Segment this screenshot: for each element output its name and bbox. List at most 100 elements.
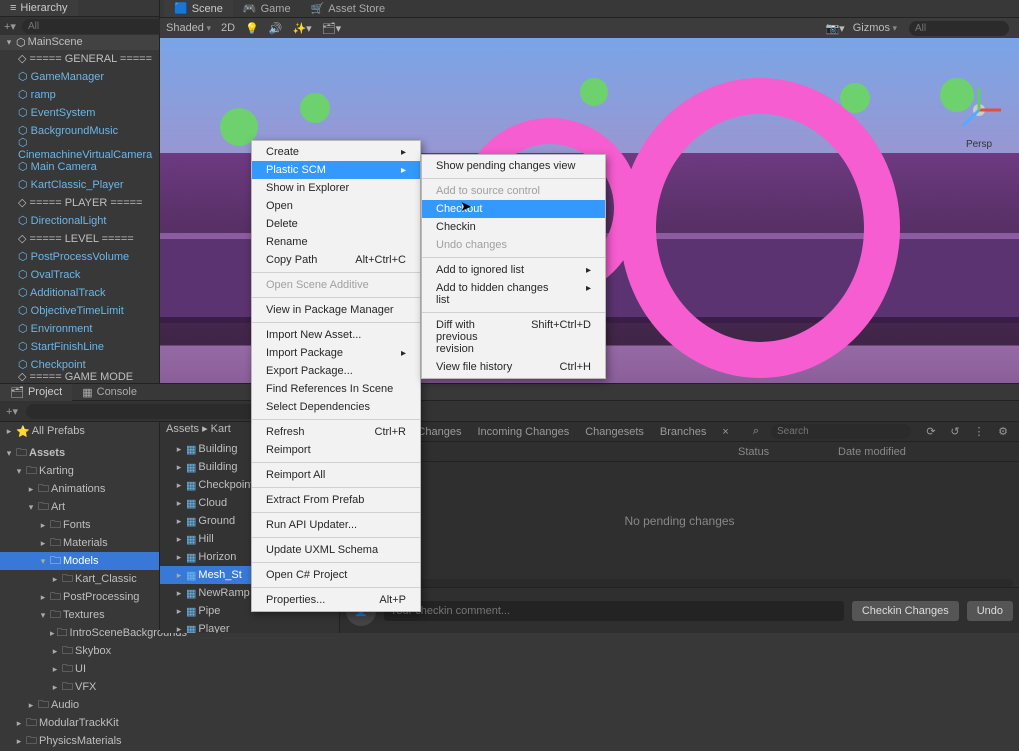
menu-item[interactable]: Select Dependencies xyxy=(252,398,420,416)
menu-item[interactable]: Add to hidden changes list xyxy=(422,279,605,309)
hierarchy-item[interactable]: ⬡ ObjectiveTimeLimit xyxy=(0,302,159,320)
menu-item[interactable]: Import New Asset... xyxy=(252,326,420,344)
audio-toggle-icon[interactable]: 🔊 xyxy=(269,22,283,35)
menu-item[interactable]: Show in Explorer xyxy=(252,179,420,197)
create-dropdown[interactable]: +▾ xyxy=(4,18,16,34)
menu-item[interactable]: Create xyxy=(252,143,420,161)
scene-tab[interactable]: 🟦Scene xyxy=(164,0,233,17)
project-folder[interactable]: ▸🗀 Animations xyxy=(0,480,159,498)
project-folder[interactable]: ▾🗀 Textures xyxy=(0,606,159,624)
hierarchy-item[interactable]: ◇ ===== PLAYER ===== xyxy=(0,194,159,212)
hierarchy-item[interactable]: ◇ ===== GAME MODE ===== xyxy=(0,374,159,384)
camera-mode-icon[interactable]: 📷▾ xyxy=(825,22,844,35)
project-folder[interactable]: ▸🗀 UI xyxy=(0,660,159,678)
assets-root[interactable]: Assets xyxy=(29,447,65,459)
hierarchy-item[interactable]: ⬡ Environment xyxy=(0,320,159,338)
tab-changesets[interactable]: Changesets xyxy=(585,426,644,438)
menu-item[interactable]: Import Package xyxy=(252,344,420,362)
project-create-dropdown[interactable]: +▾ xyxy=(4,403,20,419)
hierarchy-item[interactable]: ⬡ OvalTrack xyxy=(0,266,159,284)
project-folder[interactable]: ▸🗀 Audio xyxy=(0,696,159,714)
refresh-icon[interactable]: ⟳ xyxy=(923,424,939,440)
project-folder[interactable]: ▸🗀 Kart_Classic xyxy=(0,570,159,588)
menu-item[interactable]: View in Package Manager xyxy=(252,301,420,319)
scene-root[interactable]: ▾⬡ MainScene xyxy=(0,35,159,50)
menu-item[interactable]: Find References In Scene xyxy=(252,380,420,398)
hierarchy-item[interactable]: ⬡ PostProcessVolume xyxy=(0,248,159,266)
menu-item[interactable]: Export Package... xyxy=(252,362,420,380)
project-folder[interactable]: ▸🗀 PhysicsMaterials xyxy=(0,732,159,750)
project-folder[interactable]: ▸🗀 ModularTrackKit xyxy=(0,714,159,732)
gizmos-dropdown[interactable]: Gizmos xyxy=(853,22,897,34)
hierarchy-item[interactable]: ⬡ EventSystem xyxy=(0,104,159,122)
menu-item[interactable]: Update UXML Schema xyxy=(252,541,420,559)
scrollbar[interactable] xyxy=(346,579,1013,587)
favorites-item[interactable]: All Prefabs xyxy=(32,425,85,437)
tab-incoming-changes[interactable]: Incoming Changes xyxy=(477,426,569,438)
project-search-input[interactable] xyxy=(26,404,266,419)
project-folder[interactable]: ▾🗀 Models xyxy=(0,552,159,570)
lights-toggle-icon[interactable]: 💡 xyxy=(245,22,259,35)
asset-item[interactable]: ▸▦ Player xyxy=(160,620,339,633)
layers-toggle-icon[interactable]: 🗂▾ xyxy=(322,22,342,35)
fx-toggle-icon[interactable]: ✨▾ xyxy=(292,22,311,35)
menu-item[interactable]: View file historyCtrl+H xyxy=(422,358,605,376)
checkin-comment-input[interactable] xyxy=(384,601,844,621)
options-icon[interactable]: ⋮ xyxy=(971,424,987,440)
history-icon[interactable]: ↺ xyxy=(947,424,963,440)
hierarchy-tab[interactable]: ≡Hierarchy xyxy=(0,0,78,16)
project-folder[interactable]: ▸🗀 VFX xyxy=(0,678,159,696)
hierarchy-item[interactable]: ⬡ CinemachineVirtualCamera xyxy=(0,140,159,158)
2d-toggle[interactable]: 2D xyxy=(221,22,235,34)
col-date[interactable]: Date modified xyxy=(838,446,906,458)
game-tab[interactable]: 🎮Game xyxy=(233,0,301,17)
orientation-gizmo[interactable]: Persp xyxy=(949,80,1009,140)
project-folder[interactable]: ▸🗀 Fonts xyxy=(0,516,159,534)
hierarchy-item[interactable]: ◇ ===== GENERAL ===== xyxy=(0,50,159,68)
shading-dropdown[interactable]: Shaded xyxy=(166,22,211,34)
tab-branches[interactable]: Branches xyxy=(660,426,706,438)
gear-icon[interactable]: ⚙ xyxy=(995,424,1011,440)
hierarchy-item[interactable]: ⬡ KartClassic_Player xyxy=(0,176,159,194)
project-tab[interactable]: 🗂Project xyxy=(0,384,72,401)
menu-item[interactable]: Run API Updater... xyxy=(252,516,420,534)
undo-button[interactable]: Undo xyxy=(967,601,1013,621)
hierarchy-item[interactable]: ⬡ ramp xyxy=(0,86,159,104)
hierarchy-item[interactable]: ⬡ DirectionalLight xyxy=(0,212,159,230)
menu-item[interactable]: Show pending changes view xyxy=(422,157,605,175)
console-tab[interactable]: ▦Console xyxy=(72,384,147,401)
menu-item[interactable]: Checkout xyxy=(422,200,605,218)
hierarchy-item[interactable]: ⬡ GameManager xyxy=(0,68,159,86)
menu-item[interactable]: Copy PathAlt+Ctrl+C xyxy=(252,251,420,269)
menu-item[interactable]: Reimport xyxy=(252,441,420,459)
plastic-search-input[interactable] xyxy=(771,424,911,439)
menu-item[interactable]: Open xyxy=(252,197,420,215)
project-folder[interactable]: ▸🗀 IntroSceneBackgrounds xyxy=(0,624,159,642)
menu-item[interactable]: Extract From Prefab xyxy=(252,491,420,509)
project-folder[interactable]: ▾🗀 Karting xyxy=(0,462,159,480)
menu-item[interactable]: RefreshCtrl+R xyxy=(252,423,420,441)
menu-item[interactable]: Delete xyxy=(252,215,420,233)
checkin-button[interactable]: Checkin Changes xyxy=(852,601,959,621)
project-folder[interactable]: ▸🗀 Materials xyxy=(0,534,159,552)
menu-item[interactable]: Reimport All xyxy=(252,466,420,484)
project-folder[interactable]: ▸🗀 PostProcessing xyxy=(0,588,159,606)
asset-store-tab[interactable]: 🛒Asset Store xyxy=(301,0,396,17)
menu-item[interactable]: Plastic SCM xyxy=(252,161,420,179)
menu-item[interactable]: Diff with previous revisionShift+Ctrl+D xyxy=(422,316,605,358)
project-folder[interactable]: ▸🗀 Skybox xyxy=(0,642,159,660)
col-status[interactable]: Status xyxy=(738,446,838,458)
hierarchy-item[interactable]: ⬡ StartFinishLine xyxy=(0,338,159,356)
hierarchy-search-input[interactable] xyxy=(22,19,166,34)
project-folder[interactable]: ▾🗀 Art xyxy=(0,498,159,516)
menu-item[interactable]: Properties...Alt+P xyxy=(252,591,420,609)
menu-item[interactable]: Rename xyxy=(252,233,420,251)
menu-item[interactable]: Add to ignored list xyxy=(422,261,605,279)
menu-item[interactable]: Open C# Project xyxy=(252,566,420,584)
close-icon[interactable]: × xyxy=(722,426,728,438)
menu-item[interactable]: Checkin xyxy=(422,218,605,236)
hierarchy-item[interactable]: ◇ ===== LEVEL ===== xyxy=(0,230,159,248)
hierarchy-item[interactable]: ⬡ AdditionalTrack xyxy=(0,284,159,302)
scene-search-input[interactable] xyxy=(909,21,1009,36)
menu-item: Undo changes xyxy=(422,236,605,254)
